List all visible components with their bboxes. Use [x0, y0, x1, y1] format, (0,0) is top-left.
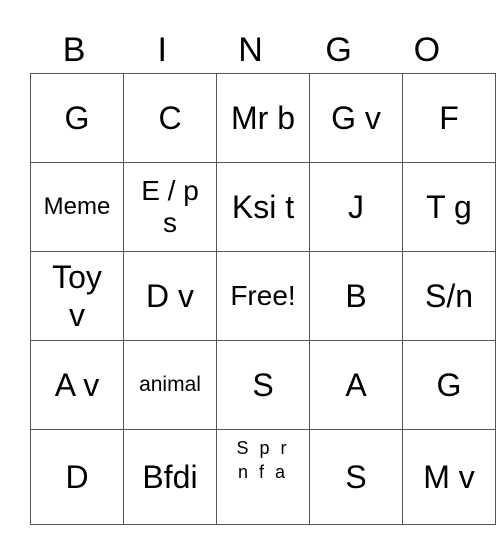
header-letter: N — [238, 31, 263, 69]
bingo-cell[interactable]: G v — [309, 73, 403, 163]
grid-row: G C Mr b G v F — [30, 73, 496, 163]
bingo-cell[interactable]: T g — [402, 162, 496, 252]
bingo-cell[interactable]: S — [216, 340, 310, 430]
bingo-cell[interactable]: S — [309, 429, 403, 525]
bingo-cell[interactable]: animal — [123, 340, 217, 430]
bingo-cell[interactable]: J — [309, 162, 403, 252]
bingo-header: B I N G O — [30, 28, 471, 72]
header-letter: G — [325, 31, 352, 69]
bingo-cell[interactable]: A — [309, 340, 403, 430]
bingo-cell[interactable]: C — [123, 73, 217, 163]
free-cell[interactable]: Free! — [216, 251, 310, 341]
bingo-cell[interactable]: Toy v — [30, 251, 124, 341]
header-letter: O — [413, 31, 441, 69]
bingo-cell[interactable]: Meme — [30, 162, 124, 252]
bingo-cell[interactable]: S p r n f a — [216, 429, 310, 525]
bingo-cell[interactable]: Ksi t — [216, 162, 310, 252]
bingo-cell[interactable]: G — [30, 73, 124, 163]
grid-row: Toy v D v Free! B S/n — [30, 251, 496, 341]
bingo-cell[interactable]: Mr b — [216, 73, 310, 163]
bingo-cell[interactable]: D v — [123, 251, 217, 341]
bingo-cell[interactable]: E / p s — [123, 162, 217, 252]
grid-row: A v animal S A G — [30, 340, 496, 430]
header-letter: B — [62, 31, 86, 69]
bingo-cell[interactable]: B — [309, 251, 403, 341]
grid-row: Meme E / p s Ksi t J T g — [30, 162, 496, 252]
bingo-cell[interactable]: G — [402, 340, 496, 430]
header-letter: I — [157, 31, 167, 69]
bingo-cell[interactable]: F — [402, 73, 496, 163]
grid-row: D Bfdi S p r n f a S M v — [30, 429, 496, 525]
bingo-grid: G C Mr b G v F Meme E / p s Ksi t J T g … — [30, 73, 496, 525]
bingo-cell[interactable]: S/n — [402, 251, 496, 341]
bingo-cell[interactable]: A v — [30, 340, 124, 430]
bingo-cell[interactable]: D — [30, 429, 124, 525]
bingo-cell[interactable]: M v — [402, 429, 496, 525]
bingo-cell[interactable]: Bfdi — [123, 429, 217, 525]
